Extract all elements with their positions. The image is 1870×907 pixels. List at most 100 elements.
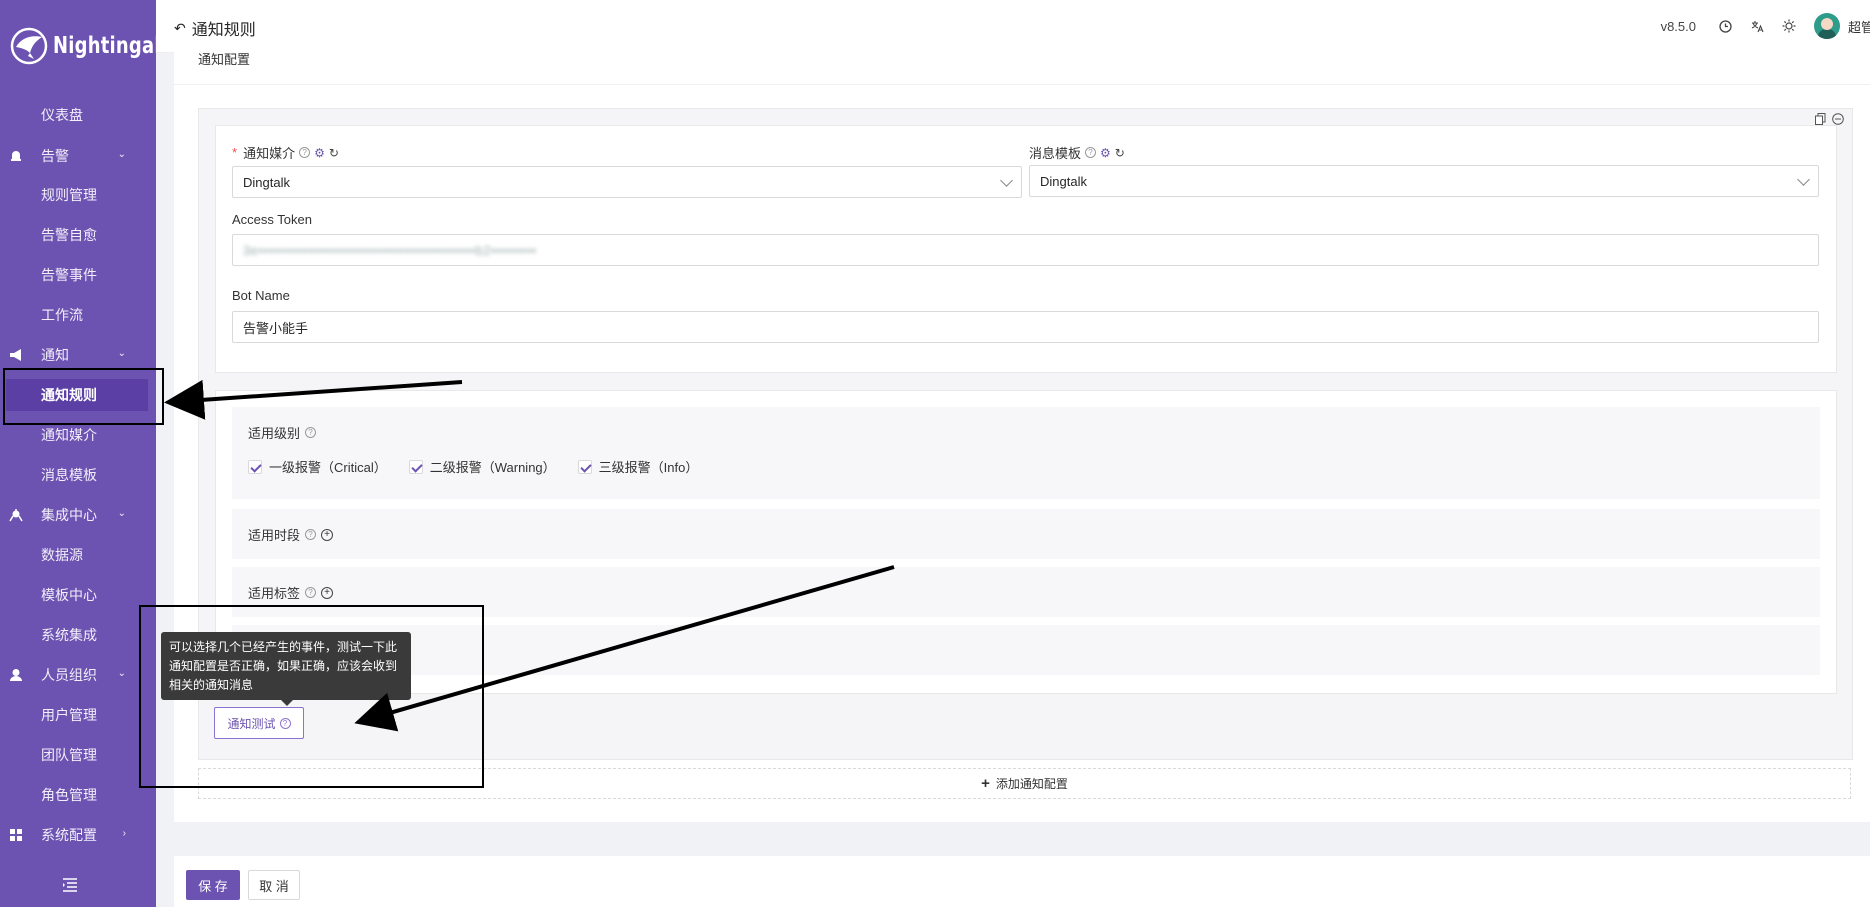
sidebar-item-dashboard[interactable]: 仪表盘	[0, 99, 156, 131]
sidebar-item-message-templates[interactable]: 消息模板	[0, 459, 156, 491]
megaphone-icon	[9, 348, 23, 362]
tooltip-line: 通知配置是否正确，如果正确，应该会收到	[169, 659, 398, 673]
clock-icon[interactable]	[1718, 19, 1732, 33]
sidebar-group-label: 人员组织	[41, 667, 97, 683]
sidebar-item-template-center[interactable]: 模板中心	[0, 579, 156, 611]
token-label-text: Access Token	[232, 212, 312, 227]
help-icon[interactable]: ?	[279, 717, 291, 729]
sidebar-item-label: 模板中心	[41, 587, 97, 603]
checkbox-label: 二级报警（Warning）	[429, 460, 556, 475]
tag-filter-title: 适用标签 ? +	[248, 583, 334, 602]
sidebar-item-datasource[interactable]: 数据源	[0, 539, 156, 571]
sidebar-group-notify[interactable]: 通知 ⌄	[0, 339, 156, 371]
sidebar-item-label: 通知规则	[41, 387, 97, 403]
checkbox-label: 三级报警（Info）	[598, 460, 699, 475]
level-filter: 适用级别 ? 一级报警（Critical） 二级报警（Warning） 三级报警…	[232, 407, 1820, 499]
template-select-value: Dingtalk	[1040, 173, 1087, 189]
avatar[interactable]	[1814, 13, 1840, 39]
chevron-down-icon	[1797, 173, 1810, 186]
sidebar-group-integration[interactable]: 集成中心 ⌄	[0, 499, 156, 531]
checkbox-checked[interactable]	[248, 459, 262, 474]
time-filter-title: 适用时段 ? +	[248, 525, 334, 544]
botname-label-text: Bot Name	[232, 288, 290, 303]
level-checkbox-warning[interactable]: 二级报警（Warning）	[408, 457, 556, 476]
checkbox-label: 一级报警（Critical）	[269, 460, 387, 475]
sidebar-item-label: 告警事件	[41, 267, 97, 283]
access-token-value: 3e••••••••••••••••••••••••••••••••••••••…	[243, 242, 537, 258]
save-button[interactable]: 保 存	[186, 870, 240, 900]
add-notify-config-button[interactable]: + 添加通知配置	[198, 768, 1851, 799]
sidebar-item-teams[interactable]: 团队管理	[0, 739, 156, 771]
level-checkbox-info[interactable]: 三级报警（Info）	[577, 457, 699, 476]
chevron-right-icon: ›	[122, 828, 126, 839]
sidebar-item-self-heal[interactable]: 告警自愈	[0, 219, 156, 251]
sidebar-item-notify-rules[interactable]: 通知规则	[6, 379, 148, 411]
sidebar-item-label: 用户管理	[41, 707, 97, 723]
top-header: ↶ 通知规则 v8.5.0 超管	[156, 0, 1870, 53]
sidebar-item-label: 通知媒介	[41, 427, 97, 443]
filter-panel: 适用级别 ? 一级报警（Critical） 二级报警（Warning） 三级报警…	[215, 390, 1837, 694]
level-checkbox-critical[interactable]: 一级报警（Critical）	[248, 457, 387, 476]
chevron-down-icon	[1000, 174, 1013, 187]
bot-name-input[interactable]: 告警小能手	[232, 311, 1819, 343]
access-token-input[interactable]: 3e••••••••••••••••••••••••••••••••••••••…	[232, 234, 1819, 266]
bell-icon	[9, 149, 23, 163]
sidebar-group-system-config[interactable]: 系统配置 ›	[0, 819, 156, 851]
template-select[interactable]: Dingtalk	[1029, 165, 1819, 197]
checkbox-checked[interactable]	[408, 459, 423, 474]
sidebar: Nightingale 仪表盘 告警 ⌄ 规则管理 告警自愈 告警事件 工作流 …	[0, 0, 173, 907]
help-icon[interactable]: ?	[305, 587, 317, 598]
plus-circle-icon[interactable]: +	[321, 528, 334, 541]
sync-icon[interactable]: ↻	[1115, 146, 1125, 160]
help-icon[interactable]: ?	[305, 427, 317, 438]
help-icon[interactable]: ?	[305, 529, 317, 540]
level-checkboxes: 一级报警（Critical） 二级报警（Warning） 三级报警（Info）	[248, 457, 698, 476]
tag-filter: 适用标签 ? +	[232, 567, 1820, 617]
sidebar-item-workflow[interactable]: 工作流	[0, 299, 156, 331]
page-title: ↶ 通知规则	[174, 16, 256, 40]
time-filter: 适用时段 ? +	[232, 509, 1820, 559]
notify-test-button[interactable]: 通知测试 ?	[214, 707, 304, 739]
sidebar-item-users[interactable]: 用户管理	[0, 699, 156, 731]
gear-icon[interactable]: ⚙	[314, 146, 325, 160]
sidebar-group-label: 系统配置	[41, 827, 97, 843]
section-title: 通知配置	[198, 52, 251, 67]
chevron-down-icon: ⌄	[117, 149, 126, 160]
channel-select[interactable]: Dingtalk	[232, 166, 1022, 198]
sidebar-item-label: 团队管理	[41, 747, 97, 763]
cancel-button[interactable]: 取 消	[248, 870, 300, 900]
channel-label-text: 通知媒介	[243, 146, 296, 161]
gear-icon[interactable]: ⚙	[1100, 146, 1111, 160]
help-icon[interactable]: ?	[299, 147, 311, 158]
sidebar-item-label: 角色管理	[41, 787, 97, 803]
token-label: Access Token	[232, 212, 312, 227]
checkbox-checked[interactable]	[577, 459, 592, 474]
sidebar-item-rules[interactable]: 规则管理	[0, 179, 156, 211]
translate-icon[interactable]	[1750, 19, 1764, 33]
header-toolbar: v8.5.0 超管	[1661, 0, 1870, 52]
chevron-down-icon: ⌄	[117, 508, 126, 519]
sidebar-group-alert[interactable]: 告警 ⌄	[0, 140, 156, 172]
menu-collapse-icon[interactable]	[62, 878, 78, 895]
plus-circle-icon[interactable]: +	[321, 586, 334, 599]
sidebar-group-label: 告警	[41, 148, 69, 164]
sidebar-item-label: 消息模板	[41, 467, 97, 483]
grid-icon	[9, 828, 23, 842]
back-icon[interactable]: ↶	[174, 20, 186, 37]
username[interactable]: 超管	[1848, 17, 1870, 36]
sidebar-item-roles[interactable]: 角色管理	[0, 779, 156, 811]
bird-logo-icon	[10, 27, 48, 65]
sidebar-item-alert-events[interactable]: 告警事件	[0, 259, 156, 291]
sidebar-item-system-integration[interactable]: 系统集成	[0, 619, 156, 651]
integration-icon	[9, 508, 23, 522]
footer-bar	[174, 856, 1870, 907]
chevron-down-icon: ⌄	[117, 348, 126, 359]
sidebar-group-label: 通知	[41, 347, 69, 363]
plus-icon: +	[981, 775, 990, 792]
sidebar-group-organization[interactable]: 人员组织 ⌄	[0, 659, 156, 691]
sun-icon[interactable]	[1782, 19, 1796, 33]
sidebar-item-notify-channels[interactable]: 通知媒介	[0, 419, 156, 451]
page-title-text: 通知规则	[191, 22, 256, 39]
help-icon[interactable]: ?	[1085, 147, 1097, 158]
sync-icon[interactable]: ↻	[329, 146, 339, 160]
